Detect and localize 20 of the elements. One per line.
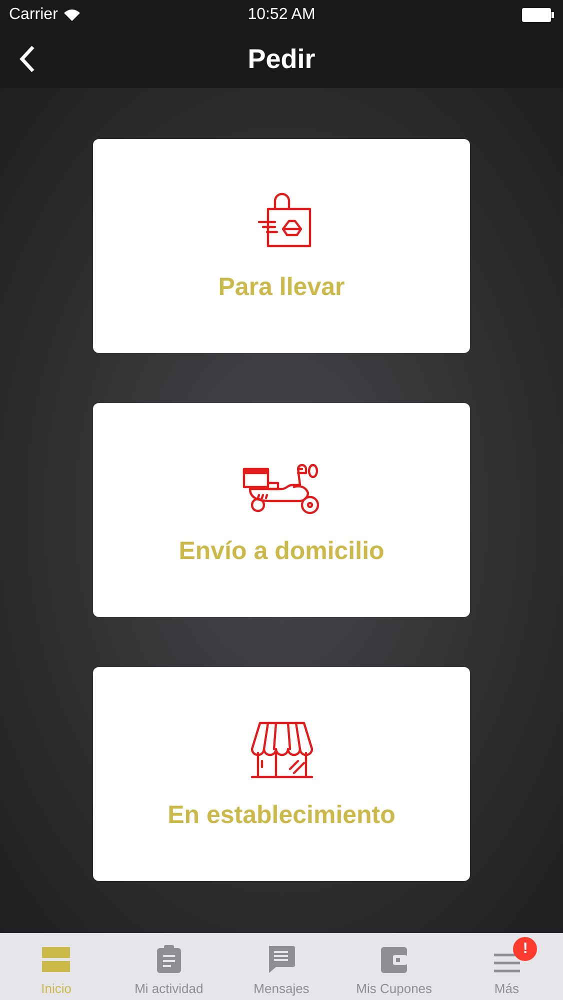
battery-icon bbox=[522, 8, 554, 22]
tab-item[interactable]: Más ! bbox=[450, 933, 563, 1000]
back-icon bbox=[19, 45, 35, 73]
tab-item[interactable]: Mis Cupones bbox=[338, 933, 450, 1000]
notification-badge: ! bbox=[513, 937, 538, 961]
order-option-card[interactable]: Para llevar bbox=[93, 139, 470, 353]
tab-item[interactable]: Mensajes bbox=[225, 933, 338, 1000]
order-option-card[interactable]: Envío a domicilio bbox=[93, 403, 470, 617]
chat-bubble-icon bbox=[267, 944, 296, 972]
order-option-card[interactable]: En establecimiento bbox=[93, 667, 470, 881]
tab-item[interactable]: Mi actividad bbox=[112, 933, 226, 1000]
carrier-label: Carrier bbox=[9, 5, 58, 25]
wifi-icon bbox=[64, 9, 80, 21]
wallet-icon bbox=[381, 946, 408, 972]
page-title: Pedir bbox=[248, 42, 316, 76]
tab-item[interactable]: Inicio bbox=[0, 933, 113, 1000]
status-time: 10:52 AM bbox=[248, 5, 316, 25]
menu-icon bbox=[494, 952, 520, 972]
clipboard-icon bbox=[156, 944, 182, 972]
home-icon bbox=[42, 946, 70, 972]
